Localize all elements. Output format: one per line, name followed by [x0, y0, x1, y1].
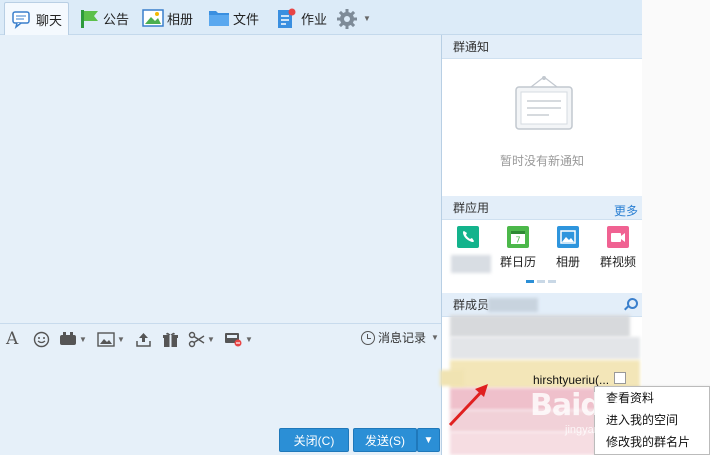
message-history-button[interactable]: 消息记录 ▼	[361, 329, 439, 346]
member-name[interactable]: hirshtyueriu(...	[533, 373, 609, 387]
font-icon[interactable]: A	[6, 329, 18, 349]
notice-board-icon	[513, 75, 575, 131]
mosaic	[488, 298, 538, 312]
chevron-down-icon: ▼	[207, 334, 215, 344]
tab-files-label: 文件	[233, 11, 260, 27]
tab-homework[interactable]: 作业	[270, 2, 333, 34]
app-album-label: 相册	[555, 255, 580, 269]
send-button[interactable]: 发送(S)	[353, 428, 417, 452]
chat-icon	[11, 9, 31, 29]
scissors-icon[interactable]: ▼	[188, 330, 215, 348]
search-icon[interactable]	[627, 298, 638, 309]
settings-button[interactable]: ▼	[330, 2, 377, 34]
annotation-arrow	[448, 384, 488, 427]
emoji-icon[interactable]	[33, 330, 50, 348]
members-header: 群成员	[442, 293, 642, 317]
image-icon[interactable]: ▼	[97, 330, 125, 348]
app-video[interactable]: 群视频	[594, 226, 642, 270]
tab-album-label: 相册	[167, 11, 194, 27]
tab-chat-label: 聊天	[36, 12, 63, 28]
mosaic	[451, 255, 491, 273]
member-context-menu: 查看资料 进入我的空间 修改我的群名片	[594, 386, 710, 455]
app-album[interactable]: 相册	[544, 226, 592, 270]
gear-icon	[336, 8, 357, 29]
photo-icon	[142, 8, 164, 28]
gift-icon[interactable]	[162, 330, 179, 348]
chat-message-area[interactable]	[0, 35, 442, 323]
mosaic	[450, 337, 640, 359]
notice-empty-text: 暂时没有新通知	[499, 154, 584, 168]
app-phone[interactable]	[444, 226, 492, 253]
chevron-down-icon: ▼	[245, 334, 253, 344]
member-checkbox[interactable]	[614, 372, 626, 384]
apps-title: 群应用	[453, 201, 490, 215]
apps-header: 群应用	[442, 196, 642, 220]
video-icon	[607, 226, 629, 248]
notice-header: 群通知	[442, 35, 642, 59]
message-history-label: 消息记录	[378, 331, 427, 345]
outer-background	[642, 0, 710, 386]
tab-album[interactable]: 相册	[136, 2, 199, 34]
photo-icon	[557, 226, 579, 248]
app-video-label: 群视频	[599, 255, 636, 269]
send-options-button[interactable]: ▼	[417, 428, 440, 452]
homework-icon	[276, 8, 296, 28]
top-toolbar: 聊天 公告 相册 文件 作业 ▼	[0, 0, 642, 35]
tab-chat[interactable]: 聊天	[4, 2, 70, 35]
tab-announcement-label: 公告	[103, 11, 130, 27]
apps-pager[interactable]	[526, 280, 556, 283]
mosaic	[450, 315, 630, 337]
chevron-down-icon: ▼	[79, 334, 87, 344]
close-button[interactable]: 关闭(C)	[279, 428, 349, 452]
chevron-down-icon: ▼	[117, 334, 125, 344]
mosaic	[450, 432, 595, 455]
chevron-down-icon: ▼	[363, 13, 371, 23]
apps-more-link[interactable]: 更多	[614, 202, 638, 219]
tab-homework-label: 作业	[301, 11, 328, 27]
calendar-icon: 7	[507, 226, 529, 248]
menu-item-edit-card[interactable]: 修改我的群名片	[606, 431, 690, 451]
app-calendar[interactable]: 7 群日历	[494, 226, 542, 270]
gif-icon[interactable]: ▼	[59, 330, 87, 348]
folder-icon	[208, 8, 229, 28]
svg-text:7: 7	[515, 236, 520, 245]
menu-item-view-profile[interactable]: 查看资料	[606, 387, 654, 407]
menu-item-enter-space[interactable]: 进入我的空间	[606, 409, 678, 429]
members-title: 群成员	[453, 298, 490, 312]
screen-share-icon[interactable]: ▼	[224, 330, 253, 348]
clock-icon	[361, 330, 375, 345]
tab-files[interactable]: 文件	[202, 2, 265, 34]
upload-icon[interactable]	[135, 330, 152, 348]
chevron-down-icon: ▼	[431, 333, 439, 342]
tab-announcement[interactable]: 公告	[72, 2, 135, 34]
app-calendar-label: 群日历	[499, 255, 536, 269]
phone-icon	[457, 226, 479, 248]
flag-icon	[78, 8, 98, 28]
notice-title: 群通知	[453, 40, 490, 54]
chevron-down-icon: ▼	[423, 434, 434, 446]
